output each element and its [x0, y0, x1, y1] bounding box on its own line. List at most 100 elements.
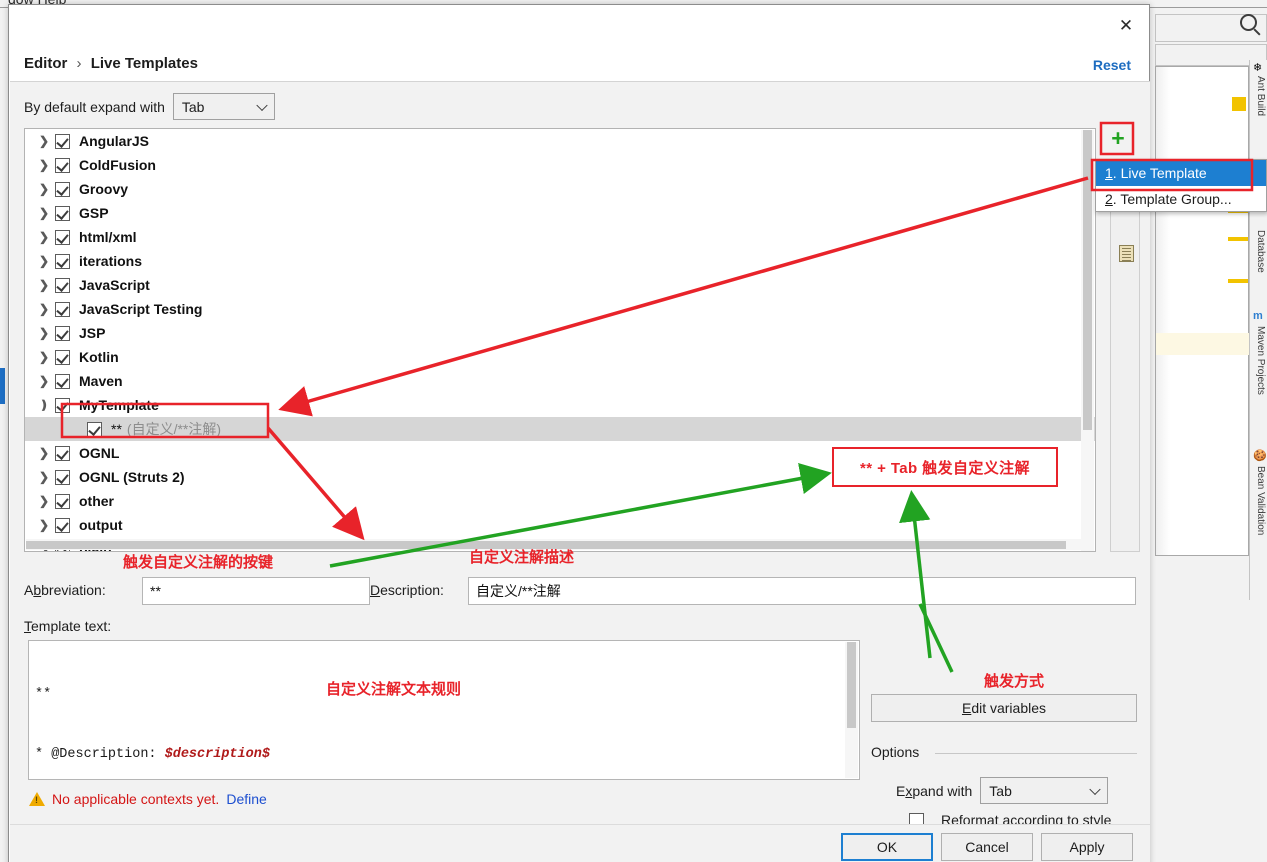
chevron-right-icon[interactable]: ❯	[39, 374, 55, 388]
tree-checkbox[interactable]	[55, 373, 70, 389]
tree-row[interactable]: ❯ OGNL (Struts 2)	[25, 465, 1095, 489]
default-expand-value: Tab	[181, 98, 205, 115]
tree-checkbox[interactable]	[55, 325, 70, 341]
tree-horizontal-scrollbar[interactable]	[26, 539, 1083, 550]
toolwindow-maven-projects[interactable]: Maven Projects	[1250, 326, 1266, 422]
abbreviation-input[interactable]: **	[142, 577, 370, 605]
tree-checkbox[interactable]	[55, 229, 70, 245]
tree-checkbox[interactable]	[55, 469, 70, 485]
toolwindow-database[interactable]: Database	[1250, 230, 1266, 296]
tree-vertical-scroll-thumb[interactable]	[1083, 130, 1092, 430]
tree-checkbox[interactable]	[55, 517, 70, 533]
tree-row[interactable]: ❯ JSP	[25, 321, 1095, 345]
add-template-button[interactable]: +	[1106, 126, 1130, 150]
apply-button[interactable]: Apply	[1041, 833, 1133, 861]
tree-row[interactable]: ❯ html/xml	[25, 225, 1095, 249]
menu-item-label: . Template Group...	[1112, 191, 1232, 207]
tree-row-label: html/xml	[79, 229, 137, 245]
template-text-editor[interactable]: ** * @Description: $description$ * @Para…	[28, 640, 860, 780]
right-toolwindow-bar[interactable]: ❄ Ant Build Database m Maven Projects 🍪 …	[1249, 60, 1267, 600]
tree-checkbox[interactable]	[55, 181, 70, 197]
tree-row-template-item[interactable]: ** (自定义/**注解)	[25, 417, 1095, 441]
chevron-down-icon	[256, 99, 268, 111]
tree-row[interactable]: ❯ AngularJS	[25, 129, 1095, 153]
toolwindow-bean-validation[interactable]: Bean Validation	[1250, 466, 1266, 566]
tree-row-label: ColdFusion	[79, 157, 156, 173]
maven-icon: m	[1253, 310, 1263, 322]
chevron-down-icon	[1089, 783, 1101, 795]
expand-with-combo[interactable]: Tab	[980, 777, 1109, 804]
define-context-link[interactable]: Define	[226, 791, 266, 807]
breadcrumb-parent[interactable]: Editor	[24, 55, 67, 72]
template-text-label: Template text:	[24, 618, 112, 634]
tree-row-label: JavaScript	[79, 277, 150, 293]
menu-item-template-group[interactable]: 2. Template Group...	[1096, 186, 1266, 212]
tree-row[interactable]: ❯ Maven	[25, 369, 1095, 393]
chevron-right-icon[interactable]: ❯	[39, 134, 55, 148]
context-warning: No applicable contexts yet. Define	[29, 791, 267, 807]
tree-checkbox[interactable]	[55, 205, 70, 221]
chevron-right-icon[interactable]: ❯	[39, 302, 55, 316]
code-vertical-scroll-thumb[interactable]	[847, 642, 856, 728]
tree-checkbox[interactable]	[55, 277, 70, 293]
tree-row[interactable]: ❯ other	[25, 489, 1095, 513]
tree-checkbox[interactable]	[87, 421, 102, 437]
chevron-right-icon[interactable]: ❯	[39, 206, 55, 220]
tree-row-mytemplate[interactable]: ❫ MyTemplate	[25, 393, 1095, 417]
tree-horizontal-scroll-thumb[interactable]	[26, 541, 1066, 549]
tree-vertical-scrollbar[interactable]	[1081, 130, 1094, 551]
chevron-right-icon[interactable]: ❯	[39, 350, 55, 364]
tree-row[interactable]: ❯ ColdFusion	[25, 153, 1095, 177]
tree-checkbox[interactable]	[55, 157, 70, 173]
tree-checkbox[interactable]	[55, 349, 70, 365]
editor-marker	[1228, 279, 1248, 283]
tree-row[interactable]: ❯ JavaScript Testing	[25, 297, 1095, 321]
left-toolwindow-active-tab[interactable]	[0, 368, 5, 404]
tree-row[interactable]: ❯ Kotlin	[25, 345, 1095, 369]
templates-tree[interactable]: ❯ AngularJS ❯ ColdFusion ❯ Groovy ❯ GSP …	[24, 128, 1096, 552]
menu-item-live-template[interactable]: 1. Live Template	[1096, 160, 1266, 186]
chevron-right-icon[interactable]: ❯	[39, 182, 55, 196]
edit-variables-button[interactable]: Edit variables	[871, 694, 1137, 722]
tree-checkbox[interactable]	[55, 301, 70, 317]
tree-row-label: Groovy	[79, 181, 129, 197]
chevron-right-icon[interactable]: ❯	[39, 446, 55, 460]
chevron-right-icon[interactable]: ❯	[39, 278, 55, 292]
tree-row[interactable]: ❯ JavaScript	[25, 273, 1095, 297]
chevron-right-icon[interactable]: ❯	[39, 254, 55, 268]
reset-link[interactable]: Reset	[1093, 57, 1131, 73]
toolwindow-ant-build[interactable]: Ant Build	[1250, 76, 1266, 142]
ide-editor-area[interactable]	[1155, 66, 1250, 556]
templates-tree-scroll: ❯ AngularJS ❯ ColdFusion ❯ Groovy ❯ GSP …	[25, 129, 1095, 551]
chevron-right-icon[interactable]: ❯	[39, 470, 55, 484]
duplicate-icon[interactable]	[1114, 241, 1138, 265]
template-description-label: (自定义/**注解)	[126, 421, 222, 437]
tree-row[interactable]: ❯ output	[25, 513, 1095, 537]
tree-row[interactable]: ❯ OGNL	[25, 441, 1095, 465]
close-icon[interactable]: ✕	[1109, 13, 1143, 39]
ok-button[interactable]: OK	[841, 833, 933, 861]
breadcrumb-current: Live Templates	[90, 55, 198, 72]
add-template-popup-menu[interactable]: 1. Live Template 2. Template Group...	[1095, 159, 1267, 212]
cancel-button[interactable]: Cancel	[941, 833, 1033, 861]
chevron-right-icon[interactable]: ❯	[39, 230, 55, 244]
tree-row[interactable]: ❯ GSP	[25, 201, 1095, 225]
chevron-right-icon[interactable]: ❯	[39, 326, 55, 340]
chevron-right-icon[interactable]: ❯	[39, 158, 55, 172]
editor-marker	[1232, 97, 1246, 111]
description-input[interactable]: 自定义/**注解	[468, 577, 1136, 605]
tree-checkbox[interactable]	[55, 493, 70, 509]
tree-row[interactable]: ❯ iterations	[25, 249, 1095, 273]
tree-row[interactable]: ❯ Groovy	[25, 177, 1095, 201]
code-vertical-scrollbar[interactable]	[845, 642, 858, 778]
chevron-right-icon[interactable]: ❯	[39, 518, 55, 532]
chevron-down-icon[interactable]: ❫	[39, 398, 55, 412]
tree-checkbox[interactable]	[55, 253, 70, 269]
expand-with-row: Expand with Tab	[896, 777, 1109, 804]
tree-checkbox[interactable]	[55, 445, 70, 461]
search-icon[interactable]	[1240, 14, 1257, 31]
tree-checkbox[interactable]	[55, 397, 70, 413]
tree-checkbox[interactable]	[55, 133, 70, 149]
default-expand-combo[interactable]: Tab	[172, 93, 275, 120]
chevron-right-icon[interactable]: ❯	[39, 494, 55, 508]
